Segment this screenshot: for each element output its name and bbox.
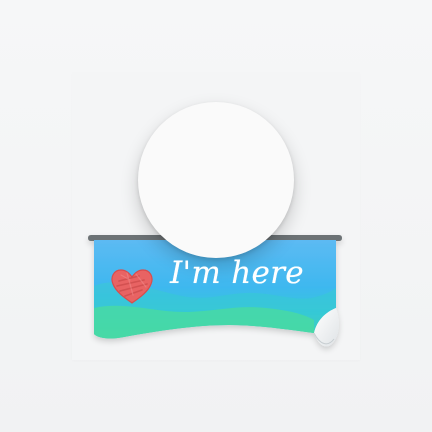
sticker-canvas: I'm here [0,0,432,432]
avatar-placeholder [138,102,294,258]
banner-label: I'm here [170,255,304,291]
heart-icon [111,269,153,304]
